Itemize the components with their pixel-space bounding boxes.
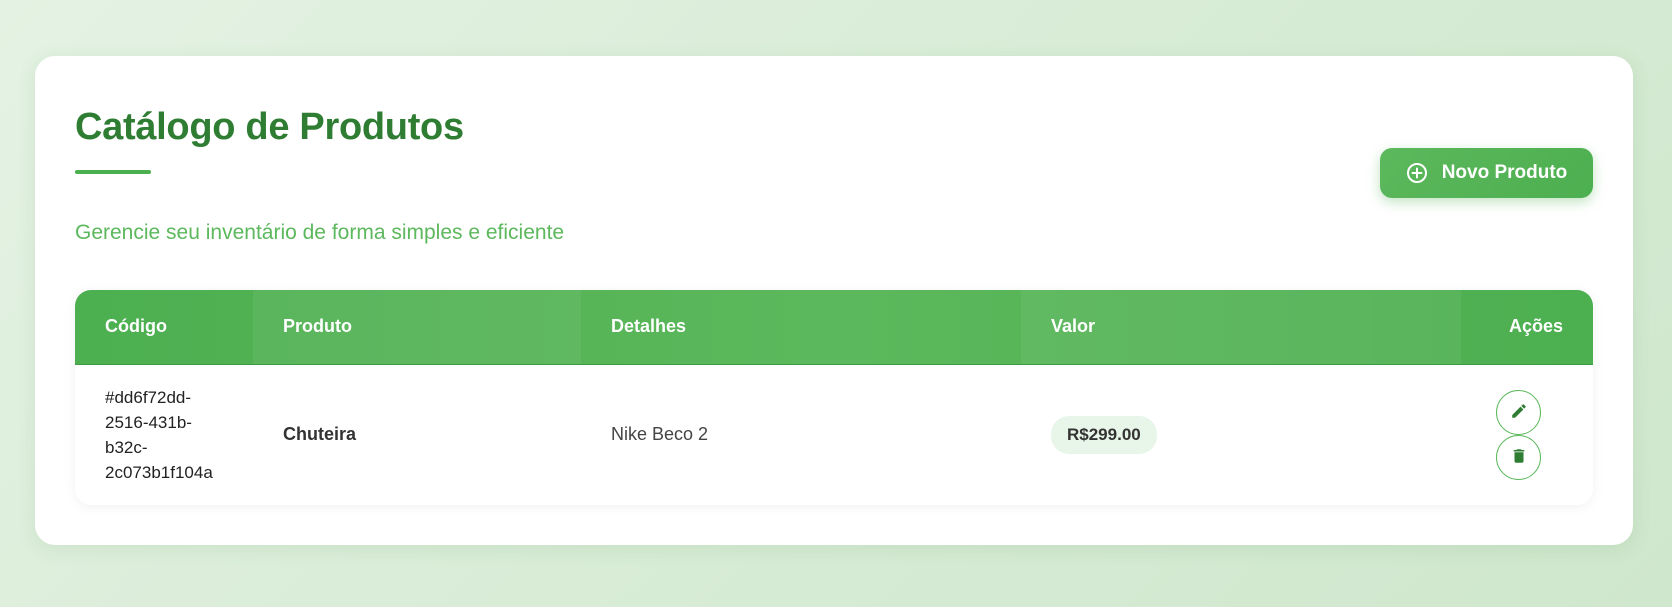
- trash-icon: [1510, 447, 1528, 468]
- catalog-card: Catálogo de Produtos Gerencie seu invent…: [35, 56, 1633, 545]
- product-value-cell: R$299.00: [1021, 364, 1461, 505]
- page-subtitle: Gerencie seu inventário de forma simples…: [75, 221, 565, 244]
- column-header-code: Código: [105, 316, 167, 337]
- plus-circle-icon: [1406, 162, 1428, 184]
- column-header-value: Valor: [1021, 290, 1461, 364]
- products-table: Código Produto Detalhes Valor Ações #dd6…: [75, 290, 1593, 505]
- new-product-button[interactable]: Novo Produto: [1380, 148, 1593, 198]
- delete-button[interactable]: [1496, 434, 1541, 480]
- actions-cell: [1461, 364, 1593, 505]
- page-title: Catálogo de Produtos: [75, 106, 464, 148]
- table-row: #dd6f72dd- 2516-431b- b32c- 2c073b1f104a…: [75, 364, 1593, 505]
- product-details: Nike Beco 2: [611, 424, 709, 445]
- product-code: #dd6f72dd- 2516-431b- b32c- 2c073b1f104a: [105, 387, 213, 482]
- product-name: Chuteira: [283, 424, 357, 445]
- column-header-details: Detalhes: [611, 316, 687, 337]
- price-badge: R$299.00: [1051, 415, 1157, 454]
- title-underline: [75, 170, 151, 174]
- edit-icon: [1510, 402, 1528, 423]
- column-header-product: Produto: [253, 290, 581, 364]
- column-header-actions: Ações: [1508, 316, 1563, 337]
- edit-button[interactable]: [1496, 389, 1541, 435]
- new-product-label: Novo Produto: [1441, 162, 1568, 183]
- table-header-row: Código Produto Detalhes Valor Ações: [75, 290, 1593, 364]
